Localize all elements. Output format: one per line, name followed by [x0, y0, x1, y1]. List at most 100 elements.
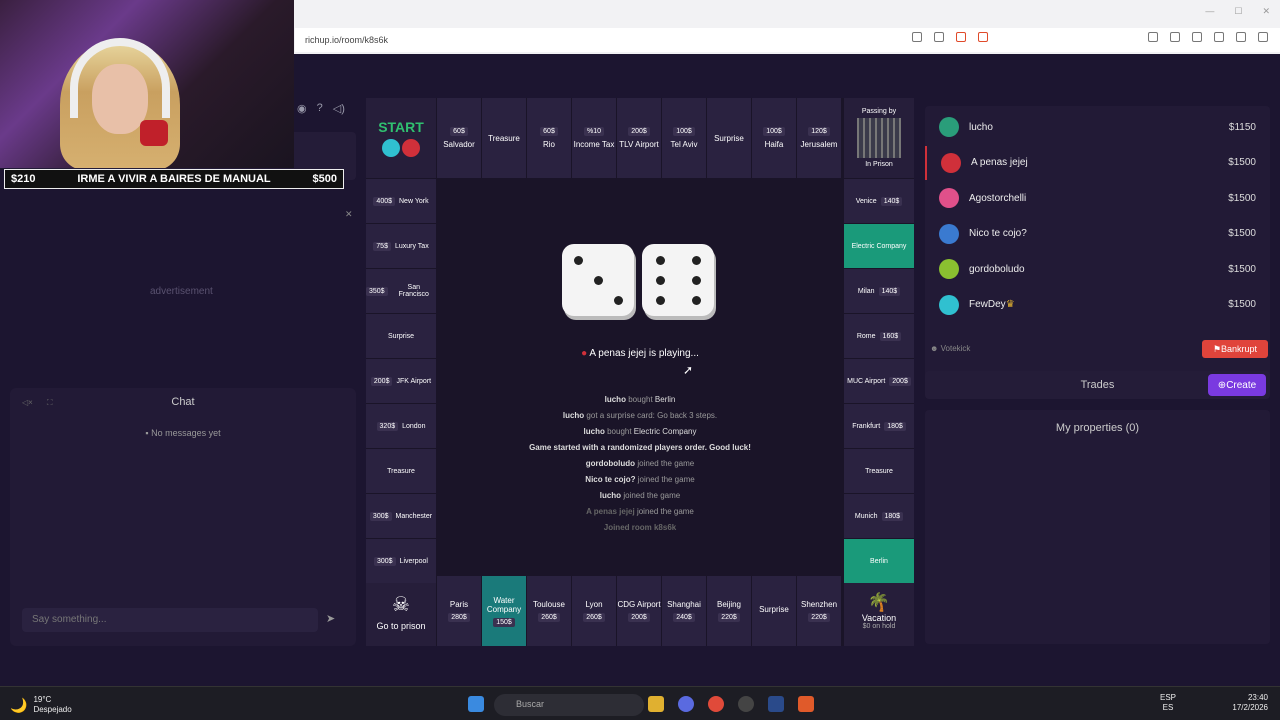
tile-rio[interactable]: 60$ Rio — [527, 98, 571, 178]
tile-muc-airport[interactable]: MUC Airport 200$ — [844, 359, 914, 403]
tile-electric-company[interactable]: Electric Company — [844, 224, 914, 268]
taskbar: 🌙 19°C Despejado Buscar ESP ES 23:40 17/2/2… — [0, 686, 1280, 720]
players-panel: lucho $1150 A penas jejej $1500 Agostorchell… — [925, 106, 1270, 380]
sidebar-icon[interactable] — [1170, 32, 1180, 42]
tile-water-company[interactable]: Water Company 150$ — [482, 576, 526, 646]
player-row-lucho[interactable]: lucho $1150 — [925, 110, 1270, 144]
help-icon[interactable]: ? — [317, 102, 323, 115]
tile-luxury-tax[interactable]: 75$ Luxury Tax — [366, 224, 436, 268]
tile-haifa[interactable]: 100$ Haifa — [752, 98, 796, 178]
rewards-icon[interactable] — [978, 32, 988, 42]
address-bar[interactable] — [295, 28, 1280, 52]
tile-treasure[interactable]: Treasure — [844, 449, 914, 493]
tile-price: 350$ — [366, 286, 388, 296]
bankrupt-button[interactable]: ⚑ Bankrupt — [1202, 340, 1268, 358]
tile-beijing[interactable]: Beijing 220$ — [707, 576, 751, 646]
tile-surprise[interactable]: Surprise — [366, 314, 436, 358]
bankrupt-label: Bankrupt — [1221, 344, 1258, 354]
tile-paris[interactable]: Paris 280$ — [437, 576, 481, 646]
player-row-nico-te-cojo[interactable]: Nico te cojo? $1500 — [925, 217, 1270, 251]
tile-venice[interactable]: Venice 140$ — [844, 179, 914, 223]
tile-tel-aviv[interactable]: 100$ Tel Aviv — [662, 98, 706, 178]
log-player: Nico te cojo? — [585, 475, 636, 484]
windows-start-icon[interactable] — [468, 696, 484, 712]
tile-cdg-airport[interactable]: CDG Airport 200$ — [617, 576, 661, 646]
votekick-button[interactable]: ☻ Votekick — [930, 344, 970, 353]
log-player: gordoboludo — [585, 459, 636, 468]
player-avatar — [941, 152, 961, 173]
tile-london[interactable]: 320$ London — [366, 404, 436, 448]
language-indicator[interactable]: ESP ES — [1160, 693, 1176, 713]
close-ad-icon[interactable]: ✕ — [345, 209, 353, 220]
tile-shanghai[interactable]: Shanghai 240$ — [662, 576, 706, 646]
obs-icon[interactable] — [738, 696, 754, 712]
sound-icon[interactable]: ◁) — [333, 102, 345, 115]
tile-toulouse[interactable]: Toulouse 260$ — [527, 576, 571, 646]
log-action: bought — [607, 427, 632, 436]
weather-widget[interactable]: 🌙 19°C Despejado — [10, 695, 72, 715]
extensions-icon[interactable] — [1214, 32, 1224, 42]
tile-frankfurt[interactable]: Frankfurt 180$ — [844, 404, 914, 448]
tile-rome[interactable]: Rome 160$ — [844, 314, 914, 358]
close-icon[interactable]: ✕ — [1262, 6, 1270, 17]
tile-name: Salvador — [443, 140, 475, 149]
chrome-icon[interactable] — [708, 696, 724, 712]
minimize-icon[interactable]: — — [1205, 6, 1214, 17]
url-text[interactable]: richup.io/room/k8s6k — [305, 35, 388, 45]
discord-app-icon[interactable] — [678, 696, 694, 712]
brave-shield-icon[interactable] — [956, 32, 966, 42]
log-object: Berlin — [654, 395, 676, 404]
tile-san-francisco[interactable]: 350$ San Francisco — [366, 269, 436, 313]
prison-corner: Passing by In Prison — [844, 98, 914, 178]
tile-income-tax[interactable]: %10 Income Tax — [572, 98, 616, 178]
player-row-agostorchelli[interactable]: Agostorchelli $1500 — [925, 181, 1270, 215]
log-action: Joined room k8s6k — [603, 523, 677, 532]
tile-treasure[interactable]: Treasure — [482, 98, 526, 178]
brave-icon[interactable] — [798, 696, 814, 712]
create-trade-button[interactable]: ⊕ Create — [1208, 374, 1266, 396]
tile-shenzhen[interactable]: Shenzhen 220$ — [797, 576, 841, 646]
tile-jfk-airport[interactable]: 200$ JFK Airport — [366, 359, 436, 403]
chat-input[interactable]: Say something... — [22, 608, 318, 632]
tile-jerusalem[interactable]: 120$ Jerusalem — [797, 98, 841, 178]
maximize-icon[interactable]: ☐ — [1234, 6, 1242, 17]
menu-icon[interactable] — [1258, 32, 1268, 42]
taskbar-search[interactable]: Buscar — [494, 694, 644, 716]
player-row-fewdey[interactable]: FewDey ♛ $1500 — [925, 288, 1270, 322]
player-name: FewDey — [969, 299, 1006, 310]
die-2 — [642, 244, 714, 316]
tile-berlin[interactable]: Berlin — [844, 539, 914, 583]
tile-munich[interactable]: Munich 180$ — [844, 494, 914, 538]
steam-icon[interactable] — [768, 696, 784, 712]
tile-price: 200$ — [628, 613, 650, 622]
translate-icon[interactable] — [912, 32, 922, 42]
my-properties-title: My properties (0) — [1055, 422, 1140, 434]
tile-name: Milan — [857, 287, 875, 295]
tile-surprise[interactable]: Surprise — [752, 576, 796, 646]
tile-manchester[interactable]: 300$ Manchester — [366, 494, 436, 538]
discord-icon[interactable]: ◉ — [297, 102, 307, 115]
tile-lyon[interactable]: Lyon 260$ — [572, 576, 616, 646]
tile-name: Jerusalem — [800, 140, 838, 149]
reader-icon[interactable] — [1148, 32, 1158, 42]
share-icon[interactable] — [934, 32, 944, 42]
file-explorer-icon[interactable] — [648, 696, 664, 712]
player-row-a-penas-jejej[interactable]: A penas jejej $1500 — [925, 145, 1270, 180]
vpn-icon[interactable] — [1236, 32, 1246, 42]
chat-panel: ◁× ⛶ Chat ▪ No messages yet Say somethin… — [10, 388, 356, 646]
player-row-gordoboludo[interactable]: gordoboludo $1500 — [925, 252, 1270, 286]
player-avatar — [939, 188, 959, 208]
tile-name: Income Tax — [573, 140, 615, 149]
tile-surprise[interactable]: Surprise — [707, 98, 751, 178]
tile-liverpool[interactable]: 300$ Liverpool — [366, 539, 436, 583]
tile-salvador[interactable]: 60$ Salvador — [437, 98, 481, 178]
tile-tlv-airport[interactable]: 200$ TLV Airport — [617, 98, 661, 178]
send-icon[interactable]: ➤ — [326, 612, 335, 625]
tile-milan[interactable]: Milan 140$ — [844, 269, 914, 313]
clock[interactable]: 23:40 17/2/2026 — [1232, 693, 1268, 713]
tile-new-york[interactable]: 400$ New York — [366, 179, 436, 223]
wallet-icon[interactable] — [1192, 32, 1202, 42]
tile-price: 200$ — [628, 127, 650, 136]
tile-treasure[interactable]: Treasure — [366, 449, 436, 493]
tile-price: 180$ — [881, 511, 904, 521]
